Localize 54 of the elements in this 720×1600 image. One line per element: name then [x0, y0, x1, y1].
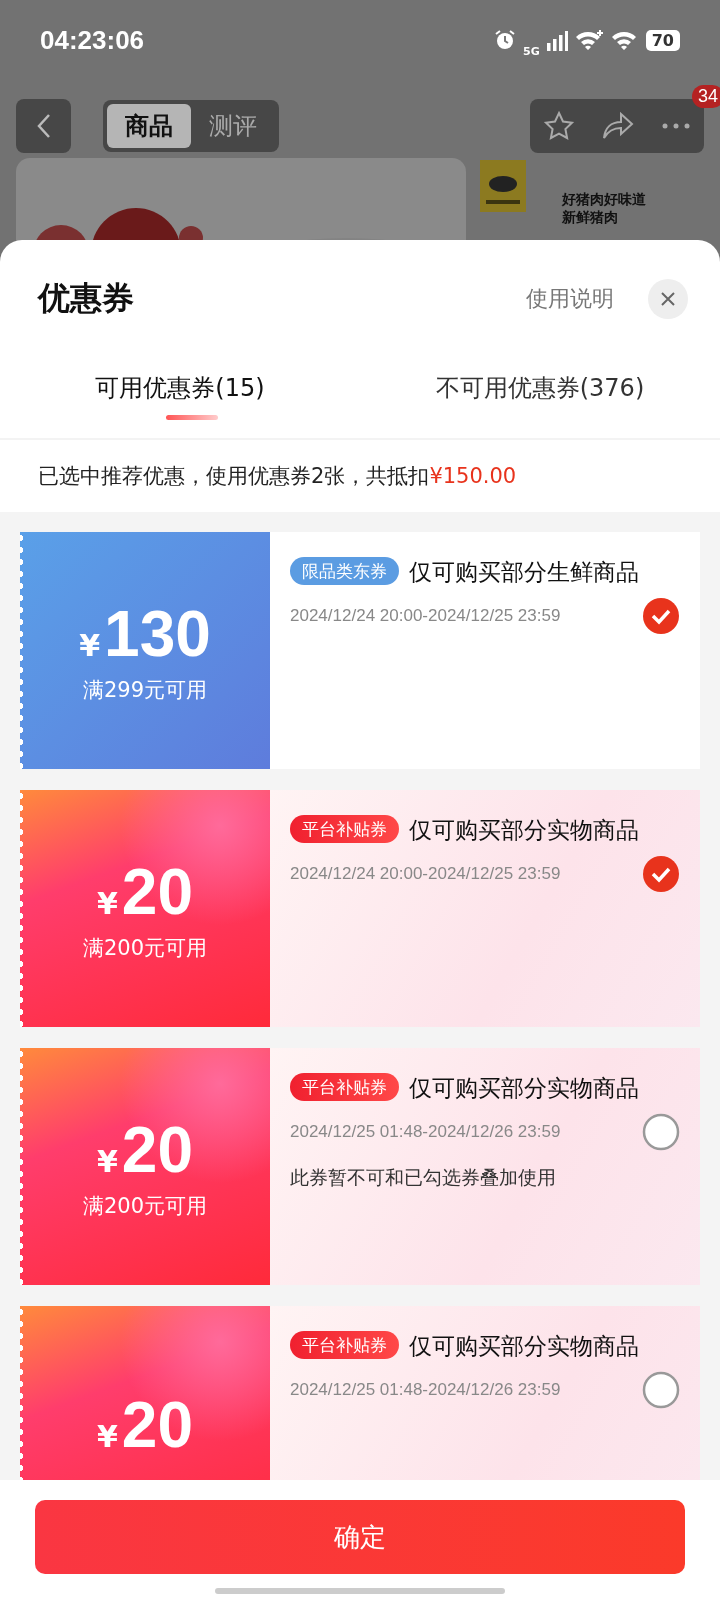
validity-period: 2024/12/25 01:48-2024/12/26 23:59: [290, 1380, 561, 1400]
coupon-condition: 满299元可用: [82, 676, 208, 704]
validity-period: 2024/12/24 20:00-2024/12/25 23:59: [290, 606, 561, 626]
coupon-card[interactable]: ¥20 满200元可用 平台补贴券 仅可购买部分实物商品 2024/12/25 01:48-2024/12/26 23:59 此券暂不可和已勾选券叠加使用: [20, 1048, 700, 1285]
currency-symbol: ¥: [79, 627, 101, 663]
coupon-condition: 满200元可用: [82, 934, 208, 962]
coupon-card[interactable]: ¥20 满200元可用 平台补贴券 仅可购买部分实物商品 2024/12/24 20:00-2024/12/25 23:59: [20, 790, 700, 1027]
coupon-tag: 限品类东券: [290, 557, 399, 585]
sheet-title: 优惠券: [38, 278, 134, 319]
coupon-tag: 平台补贴券: [290, 815, 399, 843]
coupon-card[interactable]: ¥20 平台补贴券 仅可购买部分实物商品 2024/12/25 01:48-2024/12/26 23:59: [20, 1306, 700, 1480]
close-icon: [660, 291, 676, 307]
close-button[interactable]: [648, 279, 688, 319]
more-icon[interactable]: [661, 122, 691, 130]
coupon-title: 仅可购买部分实物商品: [409, 817, 639, 843]
network-label: 5G: [523, 44, 540, 58]
coupon-amount: 20: [121, 1113, 194, 1186]
status-time: 04:23:06: [40, 24, 145, 56]
coupon-amount: 130: [104, 597, 211, 670]
coupon-condition: 满200元可用: [82, 1192, 208, 1220]
currency-symbol: ¥: [96, 885, 118, 921]
signal-icon: [545, 29, 568, 51]
coupon-title: 仅可购买部分实物商品: [409, 1075, 639, 1101]
radio-circle[interactable]: [642, 1113, 680, 1151]
coupon-title: 仅可购买部分生鲜商品: [409, 559, 639, 585]
back-icon: [35, 113, 52, 139]
coupon-amount: 20: [121, 1388, 194, 1461]
checkmark-icon[interactable]: [642, 597, 680, 635]
coupon-amount: 20: [121, 855, 194, 928]
currency-symbol: ¥: [96, 1143, 118, 1179]
battery-indicator: 70: [645, 29, 680, 51]
product-slogan: 好猪肉好味道: [562, 190, 646, 208]
radio-circle[interactable]: [642, 1371, 680, 1409]
star-icon[interactable]: [543, 110, 575, 142]
share-icon[interactable]: [601, 111, 635, 141]
product-slogan: 新鲜猪肉: [562, 208, 619, 226]
coupon-tag: 平台补贴券: [290, 1073, 399, 1101]
coupon-tab[interactable]: 不可用优惠券(376): [360, 342, 720, 438]
summary-amount: ¥150.00: [429, 464, 517, 488]
nav-tab[interactable]: 测评: [191, 104, 275, 148]
checkmark-icon[interactable]: [642, 855, 680, 893]
coupon-tab[interactable]: 可用优惠券(15): [0, 342, 360, 438]
validity-period: 2024/12/25 01:48-2024/12/26 23:59: [290, 1122, 561, 1142]
confirm-button[interactable]: 确定: [35, 1500, 685, 1574]
summary-text: 已选中推荐优惠，使用优惠券2张，共抵扣: [38, 464, 430, 488]
notification-badge: 34: [691, 85, 720, 108]
back-button[interactable]: [16, 99, 71, 153]
coupon-title: 仅可购买部分实物商品: [409, 1333, 639, 1359]
coupon-tag: 平台补贴券: [290, 1331, 399, 1359]
nav-tab[interactable]: 商品: [107, 104, 191, 148]
coupon-note: 此券暂不可和已勾选券叠加使用: [290, 1165, 557, 1190]
currency-symbol: ¥: [96, 1418, 118, 1454]
validity-period: 2024/12/24 20:00-2024/12/25 23:59: [290, 864, 561, 884]
help-link[interactable]: 使用说明: [526, 284, 614, 314]
